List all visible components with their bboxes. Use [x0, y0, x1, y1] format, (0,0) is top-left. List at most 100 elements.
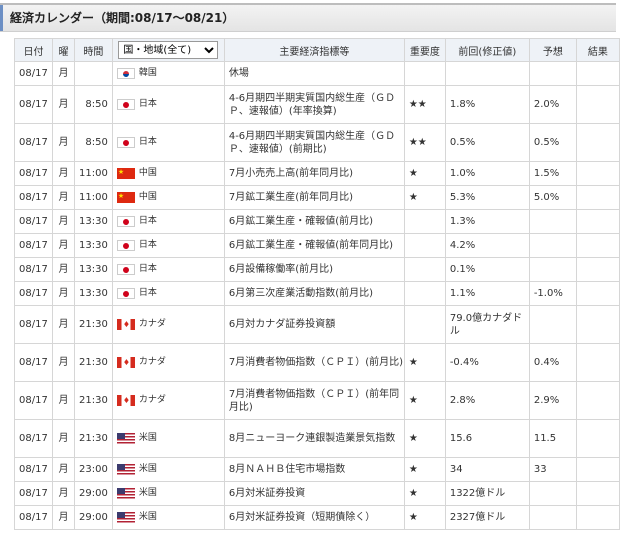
country-name: カナダ: [138, 357, 166, 367]
date-cell: 08/17: [14, 419, 53, 458]
country-name: カナダ: [138, 319, 166, 329]
col-country: 国・地域(全て): [111, 38, 225, 62]
country-name: 日本: [138, 137, 157, 147]
weekday-cell: 月: [52, 61, 75, 86]
forecast-cell: 33: [528, 457, 577, 482]
flag-jp-icon: [116, 99, 135, 110]
forecast-cell: 11.5: [528, 419, 577, 458]
flag-us-icon: [116, 464, 135, 475]
forecast-cell: 5.0%: [528, 185, 577, 210]
importance-cell: ★: [403, 343, 446, 382]
flag-cn-icon: [116, 166, 135, 179]
time-cell: 29:00: [74, 481, 113, 506]
indicator-cell: 7月消費者物価指数（ＣＰＩ）(前月比): [223, 343, 405, 382]
forecast-cell: [528, 209, 577, 234]
date-cell: 08/17: [14, 209, 53, 234]
importance-cell: [403, 209, 446, 234]
table-row: 08/17月21:30 カナダ 7月消費者物価指数（ＣＰＩ）(前年同月比)★2.8%…: [14, 381, 620, 420]
result-cell: [575, 481, 620, 506]
country-cell: 米国: [111, 419, 225, 458]
time-cell: 21:30: [74, 381, 113, 420]
previous-cell: 1322億ドル: [444, 481, 530, 506]
col-date: 日付: [14, 38, 53, 62]
date-cell: 08/17: [14, 161, 53, 186]
weekday-cell: 月: [52, 185, 75, 210]
col-previous: 前回(修正値): [444, 38, 530, 62]
previous-cell: 1.1%: [444, 281, 530, 306]
date-cell: 08/17: [14, 381, 53, 420]
indicator-cell: 7月鉱工業生産(前年同月比): [223, 185, 405, 210]
date-cell: 08/17: [14, 305, 53, 344]
date-cell: 08/17: [14, 457, 53, 482]
weekday-cell: 月: [52, 161, 75, 186]
weekday-cell: 月: [52, 257, 75, 282]
country-name: 中国: [138, 168, 157, 178]
country-cell: 日本: [111, 233, 225, 258]
country-cell: 日本: [111, 123, 225, 162]
weekday-cell: 月: [52, 305, 75, 344]
indicator-cell: 6月鉱工業生産・確報値(前年同月比): [223, 233, 405, 258]
country-name: カナダ: [138, 395, 166, 405]
country-cell: 中国: [111, 161, 225, 186]
table-row: 08/17 月 13:30 日本 6月鉱工業生産・確報値(前月比) 1.3%: [14, 209, 620, 234]
result-cell: [575, 457, 620, 482]
flag-jp-icon: [116, 240, 135, 251]
time-cell: 21:30: [74, 343, 113, 382]
col-result: 結果: [575, 38, 620, 62]
forecast-cell: 2.9%: [528, 381, 577, 420]
table-row: 08/17 月 21:30 米国 8月ニューヨーク連銀製造業景気指数 ★ 15.6 11.5: [14, 419, 620, 458]
date-cell: 08/17: [14, 233, 53, 258]
previous-cell: 79.0億カナダドル: [444, 305, 530, 344]
flag-ca-icon: [116, 318, 135, 331]
importance-cell: ★: [403, 419, 446, 458]
table-row: 08/17 月 29:00 米国 6月対米証券投資 ★ 1322億ドル: [14, 481, 620, 506]
country-name: 日本: [138, 288, 157, 298]
indicator-cell: 7月小売売上高(前年同月比): [223, 161, 405, 186]
result-cell: [575, 85, 620, 124]
weekday-cell: 月: [52, 281, 75, 306]
forecast-cell: [528, 481, 577, 506]
result-cell: [575, 123, 620, 162]
country-name: 韓国: [138, 68, 157, 78]
time-cell: 13:30: [74, 209, 113, 234]
col-forecast: 予想: [528, 38, 577, 62]
result-cell: [575, 209, 620, 234]
previous-cell: 2.8%: [444, 381, 530, 420]
calendar-table: 日付 曜 時間 国・地域(全て) 主要経済指標等 重要度 前回(修正値) 予想 …: [14, 38, 620, 530]
time-cell: 13:30: [74, 281, 113, 306]
indicator-cell: 6月対米証券投資: [223, 481, 405, 506]
importance-cell: ★★: [403, 123, 446, 162]
result-cell: [575, 505, 620, 530]
flag-cn-icon: [116, 190, 135, 203]
result-cell: [575, 185, 620, 210]
importance-cell: [403, 233, 446, 258]
forecast-cell: [528, 233, 577, 258]
date-cell: 08/17: [14, 257, 53, 282]
table-row: 08/17 月 8:50 日本 4-6月期四半期実質国内総生産（ＧＤＰ、速報値）(前期比…: [14, 123, 620, 162]
economic-calendar: 経済カレンダー（期間:08/17〜08/21） 日付 曜 時間 国・地域(全て)…: [0, 0, 624, 550]
importance-cell: ★: [403, 185, 446, 210]
table-row: 08/17 月 8:50 日本 4-6月期四半期実質国内総生産（ＧＤＰ、速報値）(年率換…: [14, 85, 620, 124]
country-name: 米国: [138, 488, 157, 498]
weekday-cell: 月: [52, 381, 75, 420]
importance-cell: ★: [403, 381, 446, 420]
country-cell: 日本: [111, 209, 225, 234]
flag-ca-icon: [116, 356, 135, 369]
header-row: 日付 曜 時間 国・地域(全て) 主要経済指標等 重要度 前回(修正値) 予想 …: [14, 38, 620, 62]
col-importance: 重要度: [403, 38, 446, 62]
result-cell: [575, 281, 620, 306]
country-name: 日本: [138, 264, 157, 274]
country-cell: 米国: [111, 481, 225, 506]
previous-cell: 4.2%: [444, 233, 530, 258]
importance-cell: ★: [403, 505, 446, 530]
previous-cell: [444, 61, 530, 86]
country-filter-select[interactable]: 国・地域(全て): [118, 41, 219, 59]
col-weekday: 曜: [52, 38, 75, 62]
indicator-cell: 7月消費者物価指数（ＣＰＩ）(前年同月比): [223, 381, 405, 420]
table-row: 08/17 月 13:30 日本 6月鉱工業生産・確報値(前年同月比) 4.2%: [14, 233, 620, 258]
indicator-cell: 6月設備稼働率(前月比): [223, 257, 405, 282]
page-title: 経済カレンダー（期間:08/17〜08/21）: [10, 11, 235, 25]
forecast-cell: 2.0%: [528, 85, 577, 124]
country-cell: カナダ: [111, 381, 225, 420]
importance-cell: [403, 257, 446, 282]
